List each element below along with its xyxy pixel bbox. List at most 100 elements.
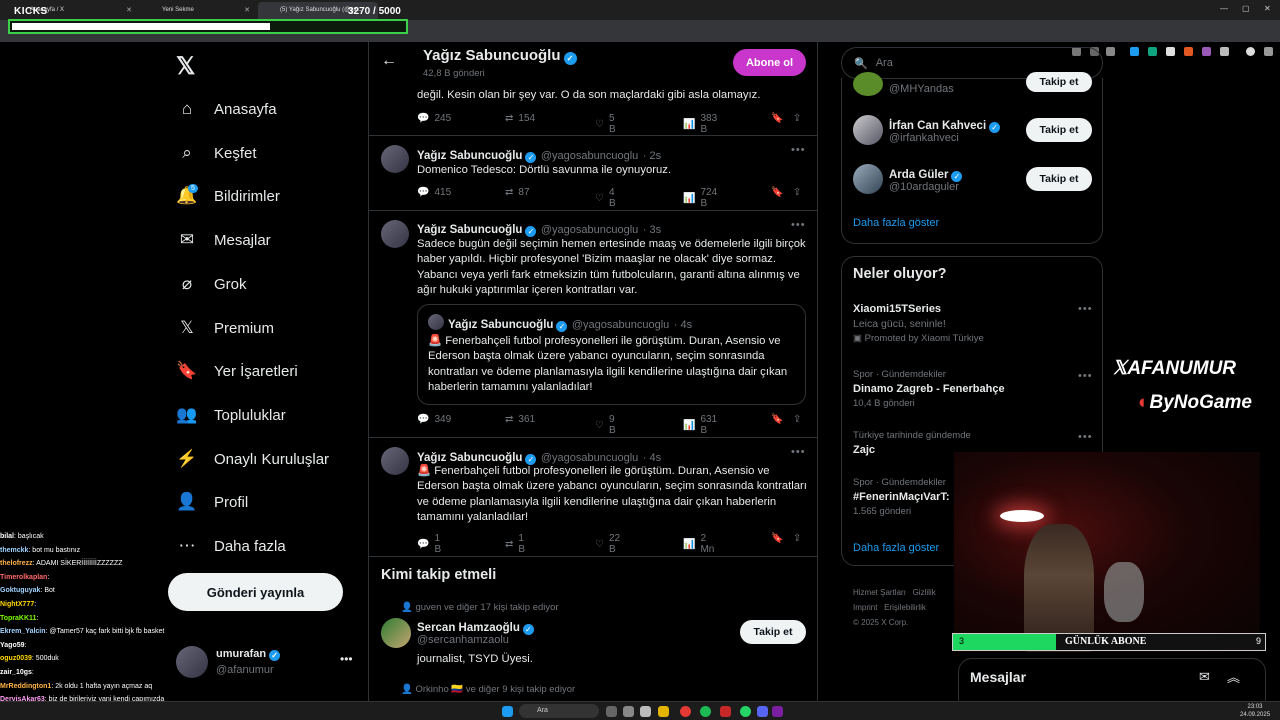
task-view-icon[interactable]	[606, 706, 617, 717]
chat-username[interactable]: MrReddington1	[0, 683, 51, 690]
likes-button[interactable]: ♡ 22 B	[595, 533, 620, 555]
extension-icon[interactable]	[1184, 47, 1193, 56]
views-button[interactable]: 📊 724 B	[683, 187, 717, 209]
taskbar-search[interactable]: Ara	[519, 704, 599, 718]
chat-username[interactable]: zair_10gs	[0, 669, 32, 676]
replies-button[interactable]: 💬 415	[417, 187, 451, 198]
replies-button[interactable]: 💬 245	[417, 113, 451, 124]
extension-icon[interactable]	[1148, 47, 1157, 56]
share-icon[interactable]: ⇪	[793, 414, 801, 425]
app-icon[interactable]	[640, 706, 651, 717]
tweet-handle[interactable]: @yagosabuncuoglu	[541, 452, 638, 464]
widgets-icon[interactable]	[623, 706, 634, 717]
chat-username[interactable]: Timerolkaplan	[0, 574, 47, 581]
bookmark-icon[interactable]: 🔖	[771, 187, 783, 198]
tweet[interactable]: Yağız Sabuncuoğlu ✓ @yagosabuncuoglu · 2s…	[369, 136, 817, 211]
extension-icon[interactable]	[1202, 47, 1211, 56]
trend-item[interactable]: Spor · Gündemdekiler #FenerinMaçıVarT: 1…	[853, 477, 950, 517]
tweet-time[interactable]: · 3s	[643, 224, 661, 236]
retweets-button[interactable]: ⇄ 1 B	[505, 533, 525, 555]
tweet-handle[interactable]: @yagosabuncuoglu	[541, 224, 638, 236]
follow-button[interactable]: Takip et	[1026, 72, 1092, 92]
show-more-link[interactable]: Daha fazla göster	[853, 217, 939, 229]
tweet-author[interactable]: Yağız Sabuncuoğlu	[417, 224, 522, 236]
nav-item-0[interactable]: ⌂ Anasayfa	[176, 94, 277, 124]
nav-item-8[interactable]: ⚡ Onaylı Kuruluşlar	[176, 444, 329, 474]
trend-item[interactable]: Xiaomi15TSeries Leica gücü, seninle! ▣ P…	[853, 303, 984, 344]
chat-username[interactable]: thelofrezz	[0, 560, 33, 567]
chat-username[interactable]: Ekrem_Yalcin	[0, 628, 46, 635]
extension-icon[interactable]	[1166, 47, 1175, 56]
back-arrow-icon[interactable]: ←	[381, 52, 397, 70]
bookmark-icon[interactable]: 🔖	[771, 113, 783, 124]
likes-button[interactable]: ♡ 5 B	[595, 113, 616, 135]
more-icon[interactable]: •••	[1078, 431, 1093, 443]
avatar[interactable]	[381, 145, 409, 173]
suggest-name[interactable]: İrfan Can Kahveci	[889, 120, 986, 132]
discord-icon[interactable]	[757, 706, 768, 717]
nav-item-7[interactable]: 👥 Topluluklar	[176, 400, 285, 430]
tweet[interactable]: Yağız Sabuncuoğlu ✓ @yagosabuncuoglu · 3s…	[369, 211, 817, 438]
minimize-icon[interactable]: —	[1220, 4, 1228, 13]
more-icon[interactable]: •••	[1078, 303, 1093, 315]
chat-username[interactable]: bilal	[0, 533, 14, 540]
nav-item-5[interactable]: 𝕏 Premium	[176, 313, 274, 343]
chat-username[interactable]: oguz0039	[0, 655, 32, 662]
avatar[interactable]	[381, 447, 409, 475]
quoted-tweet[interactable]: Yağız Sabuncuoğlu ✓ @yagosabuncuoglu · 4s…	[417, 304, 806, 405]
views-button[interactable]: 📊 383 B	[683, 113, 717, 135]
extension-icon[interactable]	[1130, 47, 1139, 56]
more-icon[interactable]: •••	[791, 446, 806, 458]
replies-button[interactable]: 💬 349	[417, 414, 451, 425]
whatsapp-icon[interactable]	[740, 706, 751, 717]
tab-yeni-sekme[interactable]: Yeni Sekme ✕	[140, 2, 254, 19]
retweets-button[interactable]: ⇄ 361	[505, 414, 535, 425]
close-icon[interactable]: ✕	[244, 6, 250, 14]
suggest-name[interactable]: Arda Güler	[889, 169, 948, 181]
new-message-icon[interactable]: ✉	[1199, 669, 1210, 685]
messages-drawer[interactable]: Mesajlar ✉ ︽	[958, 658, 1266, 704]
suggest-name[interactable]: Sercan Hamzaoğlu	[417, 622, 520, 634]
window-close-icon[interactable]: ✕	[1264, 4, 1271, 13]
more-icon[interactable]: •••	[1078, 370, 1093, 382]
nav-item-1[interactable]: ⌕ Keşfet	[176, 138, 256, 168]
likes-button[interactable]: ♡ 4 B	[595, 187, 616, 209]
tweet-author[interactable]: Yağız Sabuncuoğlu	[417, 452, 522, 464]
menu-icon[interactable]	[1264, 47, 1273, 56]
tweet-handle[interactable]: @yagosabuncuoglu	[541, 150, 638, 162]
views-button[interactable]: 📊 631 B	[683, 414, 717, 436]
close-icon[interactable]: ✕	[126, 6, 132, 14]
retweets-button[interactable]: ⇄ 154	[505, 113, 535, 124]
follow-button[interactable]: Takip et	[740, 620, 806, 644]
chat-username[interactable]: NightX777	[0, 601, 34, 608]
more-icon[interactable]: •••	[340, 652, 353, 666]
star-icon[interactable]	[1106, 47, 1115, 56]
footer-link[interactable]: Gizlilik	[913, 588, 936, 597]
clock[interactable]: 23:03 24.09.2025	[1240, 703, 1270, 719]
subscribe-button[interactable]: Abone ol	[733, 49, 806, 76]
nav-item-3[interactable]: ✉ Mesajlar	[176, 225, 271, 255]
chat-username[interactable]: Goktuguyak	[0, 587, 40, 594]
chrome-icon[interactable]	[680, 706, 691, 717]
more-icon[interactable]: •••	[791, 144, 806, 156]
avatar[interactable]	[853, 164, 883, 194]
replies-button[interactable]: 💬 1 B	[417, 533, 441, 555]
share-icon[interactable]: ⇪	[793, 533, 801, 544]
nav-item-6[interactable]: 🔖 Yer İşaretleri	[176, 356, 297, 386]
bookmark-icon[interactable]: 🔖	[771, 533, 783, 544]
nav-item-2[interactable]: 🔔 5 Bildirimler	[176, 181, 280, 211]
share-icon[interactable]: ⇪	[793, 187, 801, 198]
tweet-time[interactable]: · 2s	[643, 150, 661, 162]
retweets-button[interactable]: ⇄ 87	[505, 187, 530, 198]
nav-item-4[interactable]: ⌀ Grok	[176, 269, 247, 299]
share-icon[interactable]: ⇪	[793, 113, 801, 124]
windows-start-icon[interactable]	[502, 706, 513, 717]
bookmark-icon[interactable]: 🔖	[771, 414, 783, 425]
spotify-icon[interactable]	[700, 706, 711, 717]
extension-icon[interactable]	[1220, 47, 1229, 56]
show-more-link[interactable]: Daha fazla göster	[853, 542, 939, 554]
chat-username[interactable]: Yago59	[0, 642, 25, 649]
avatar[interactable]	[853, 72, 883, 96]
chat-username[interactable]: themckk	[0, 547, 28, 554]
tweet-time[interactable]: · 4s	[643, 452, 661, 464]
